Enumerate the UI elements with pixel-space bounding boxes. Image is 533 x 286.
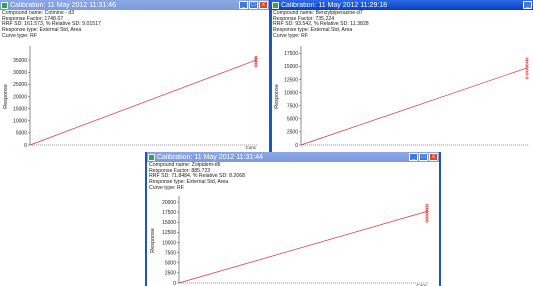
data-point [525, 76, 529, 80]
calibration-window-cotinine[interactable]: Calibration: 11 May 2012 11:31:46 _ □ x … [0, 0, 271, 152]
y-axis-label: Response [274, 84, 280, 109]
data-point [254, 56, 258, 59]
minimize-button[interactable]: _ [523, 1, 532, 9]
y-tick-label: 17500 [162, 210, 176, 216]
y-tick-label: 17500 [284, 51, 298, 57]
y-tick-label: 30000 [13, 70, 27, 76]
app-icon [1, 1, 8, 9]
y-tick-label: 7500 [165, 250, 176, 256]
calibration-window-zolpidem[interactable]: Calibration: 11 May 2012 11:31:44 _ □ x … [145, 152, 441, 286]
curve-type: Curve type: RF [2, 32, 37, 39]
y-tick-label: 2500 [287, 130, 298, 136]
y-tick-label: 12500 [284, 77, 298, 83]
y-tick-label: 5000 [287, 117, 298, 123]
data-point [525, 72, 529, 76]
y-tick-label: 20000 [162, 200, 176, 206]
data-point [425, 219, 429, 223]
y-tick-label: 15000 [162, 220, 176, 226]
y-axis-label: Response [3, 84, 9, 109]
calibration-fit-line [178, 211, 428, 284]
close-button[interactable]: x [259, 1, 268, 9]
data-point [525, 69, 529, 72]
y-tick-label: 25000 [13, 82, 27, 88]
data-point [525, 60, 529, 64]
y-tick-label: 15000 [284, 64, 298, 70]
app-icon [272, 1, 279, 9]
data-point [525, 57, 529, 61]
window-titlebar[interactable]: Calibration: 11 May 2012 11:29:18 _ [271, 0, 533, 10]
window-titlebar[interactable]: Calibration: 11 May 2012 11:31:46 _ □ x [0, 0, 269, 10]
window-title: Calibration: 11 May 2012 11:29:18 [281, 1, 387, 9]
calibration-plot: 0 2500 5000 7500 10000 12500 15000 17500 Respons… [274, 46, 529, 149]
data-point [525, 63, 529, 67]
y-tick-label: 2500 [165, 271, 176, 277]
y-tick-label: 10000 [284, 90, 298, 96]
window-titlebar[interactable]: Calibration: 11 May 2012 11:31:44 _ □ x [147, 152, 439, 162]
data-point [425, 217, 429, 221]
x-axis-label: Conc [245, 145, 256, 150]
compound-info: Compound name: Cotinine - d3 Response Fa… [2, 10, 101, 40]
y-tick-label: 0 [173, 281, 176, 286]
app-icon [148, 153, 155, 161]
y-tick-label: 10000 [13, 119, 27, 125]
window-title: Calibration: 11 May 2012 11:31:46 [10, 1, 116, 9]
calibration-fit-line [300, 67, 528, 146]
y-tick-label: 0 [24, 143, 27, 149]
minimize-button[interactable]: _ [239, 1, 248, 9]
calibration-window-benzylpiperazine[interactable]: Calibration: 11 May 2012 11:29:18 _ Comp… [271, 0, 533, 152]
calibration-plot: 0 5000 10000 15000 20000 25000 30000 35000 Respo… [3, 46, 258, 150]
curve-type: Curve type: RF [149, 184, 184, 191]
y-axis-label: Response [150, 228, 156, 253]
calibration-fit-line [29, 59, 257, 146]
y-tick-label: 10000 [162, 240, 176, 246]
y-tick-label: 0 [295, 143, 298, 149]
curve-type: Curve type: RF [273, 32, 308, 39]
data-point [425, 214, 429, 218]
y-tick-label: 35000 [13, 58, 27, 64]
maximize-button[interactable]: □ [419, 153, 428, 161]
compound-info: Compound name: Benzylpiperazine-d7 Respo… [273, 10, 369, 40]
y-tick-label: 5000 [16, 131, 27, 137]
window-divider [269, 10, 272, 152]
y-tick-label: 5000 [165, 261, 176, 267]
y-tick-label: 15000 [13, 106, 27, 112]
maximize-button[interactable]: □ [249, 1, 258, 9]
compound-info: Compound name: Zolpidem-d6 Response Fact… [149, 162, 245, 192]
close-button[interactable]: x [429, 153, 438, 161]
window-title: Calibration: 11 May 2012 11:31:44 [157, 153, 263, 161]
minimize-button[interactable]: _ [409, 153, 418, 161]
y-tick-label: 20000 [13, 94, 27, 100]
y-tick-label: 12500 [162, 230, 176, 236]
y-tick-label: 7500 [287, 103, 298, 109]
calibration-plot: 0 2500 5000 7500 10000 12500 15000 17500 20000 Re… [150, 196, 429, 286]
